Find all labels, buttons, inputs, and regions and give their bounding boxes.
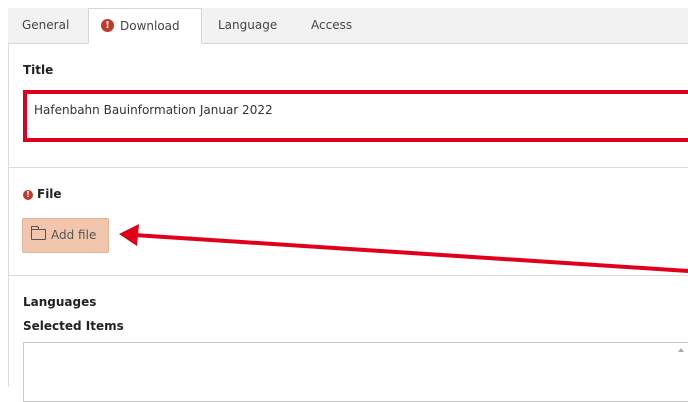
tab-label: Language: [218, 18, 278, 32]
tab-access[interactable]: Access: [300, 8, 370, 44]
tab-general[interactable]: General: [8, 8, 88, 44]
download-panel: Title Hafenbahn Bauinformation Januar 20…: [8, 44, 688, 402]
languages-label: Languages: [23, 295, 97, 309]
divider: [9, 275, 688, 276]
divider: [9, 167, 688, 168]
file-label: ! File: [23, 187, 62, 201]
scroll-up-icon[interactable]: [678, 348, 684, 352]
tab-bar: General ! Download Language Access: [8, 8, 688, 44]
selected-items-list[interactable]: [23, 342, 688, 402]
tab-language[interactable]: Language: [208, 8, 298, 44]
error-icon: !: [23, 190, 33, 200]
error-icon: !: [101, 19, 114, 32]
tab-download[interactable]: ! Download: [88, 8, 202, 44]
add-file-button[interactable]: Add file: [22, 218, 109, 253]
tab-label: General: [22, 18, 70, 32]
add-file-label: Add file: [51, 228, 97, 242]
title-input[interactable]: Hafenbahn Bauinformation Januar 2022: [23, 90, 688, 142]
tab-label: Access: [311, 18, 353, 32]
tab-label: Download: [120, 19, 180, 33]
selected-items-label: Selected Items: [23, 319, 124, 333]
file-label-text: File: [37, 187, 62, 201]
title-label: Title: [23, 63, 54, 77]
folder-icon: [31, 226, 46, 240]
